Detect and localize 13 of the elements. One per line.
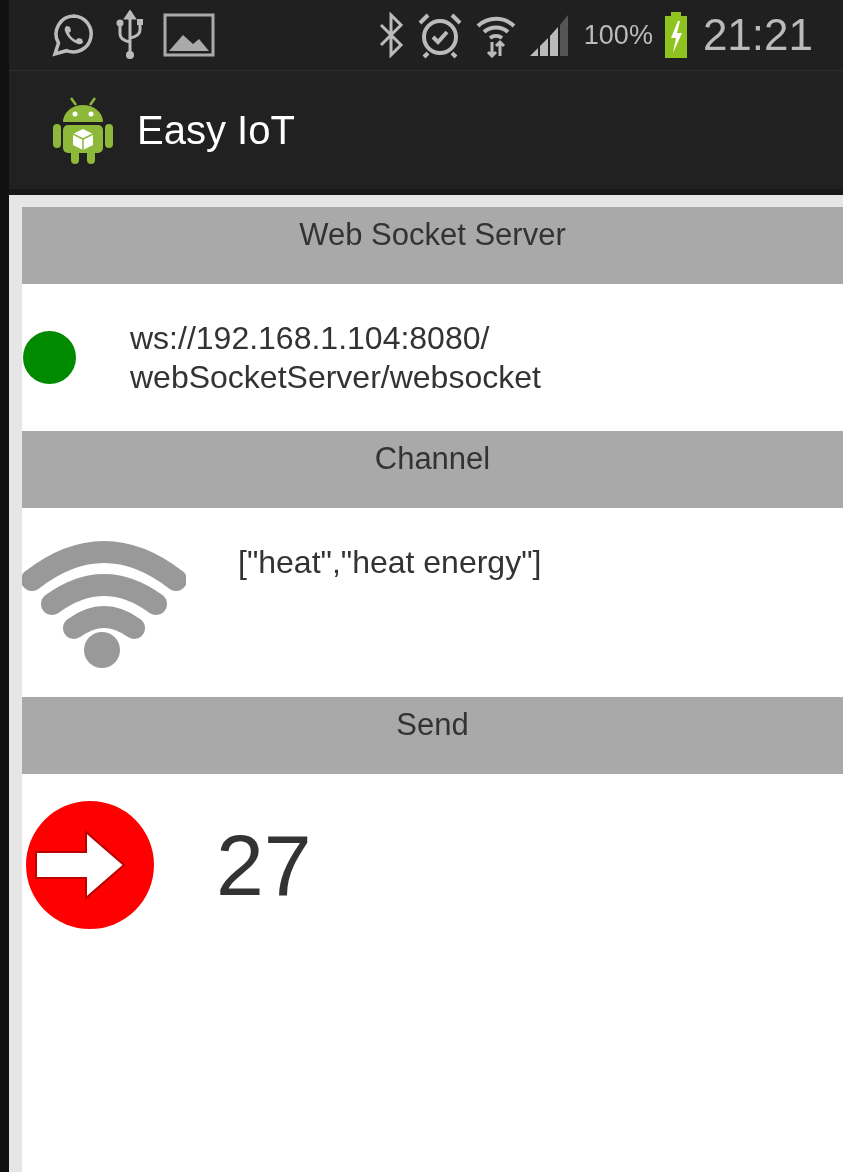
channel-list: ["heat","heat energy"] [238,544,542,581]
section-header: Channel [22,431,843,508]
image-icon [163,13,215,57]
app-title: Easy IoT [137,107,295,153]
battery-percentage: 100% [583,19,653,51]
section-header: Send [22,697,843,774]
clock-time: 21:21 [702,10,813,60]
bluetooth-icon [377,12,404,58]
server-url: ws://192.168.1.104:8080/ webSocketServer/websocket [130,319,541,396]
charging-battery-icon [664,12,687,58]
send-value: 27 [216,815,312,915]
usb-icon [115,10,145,60]
section-header: Web Socket Server [22,207,843,284]
